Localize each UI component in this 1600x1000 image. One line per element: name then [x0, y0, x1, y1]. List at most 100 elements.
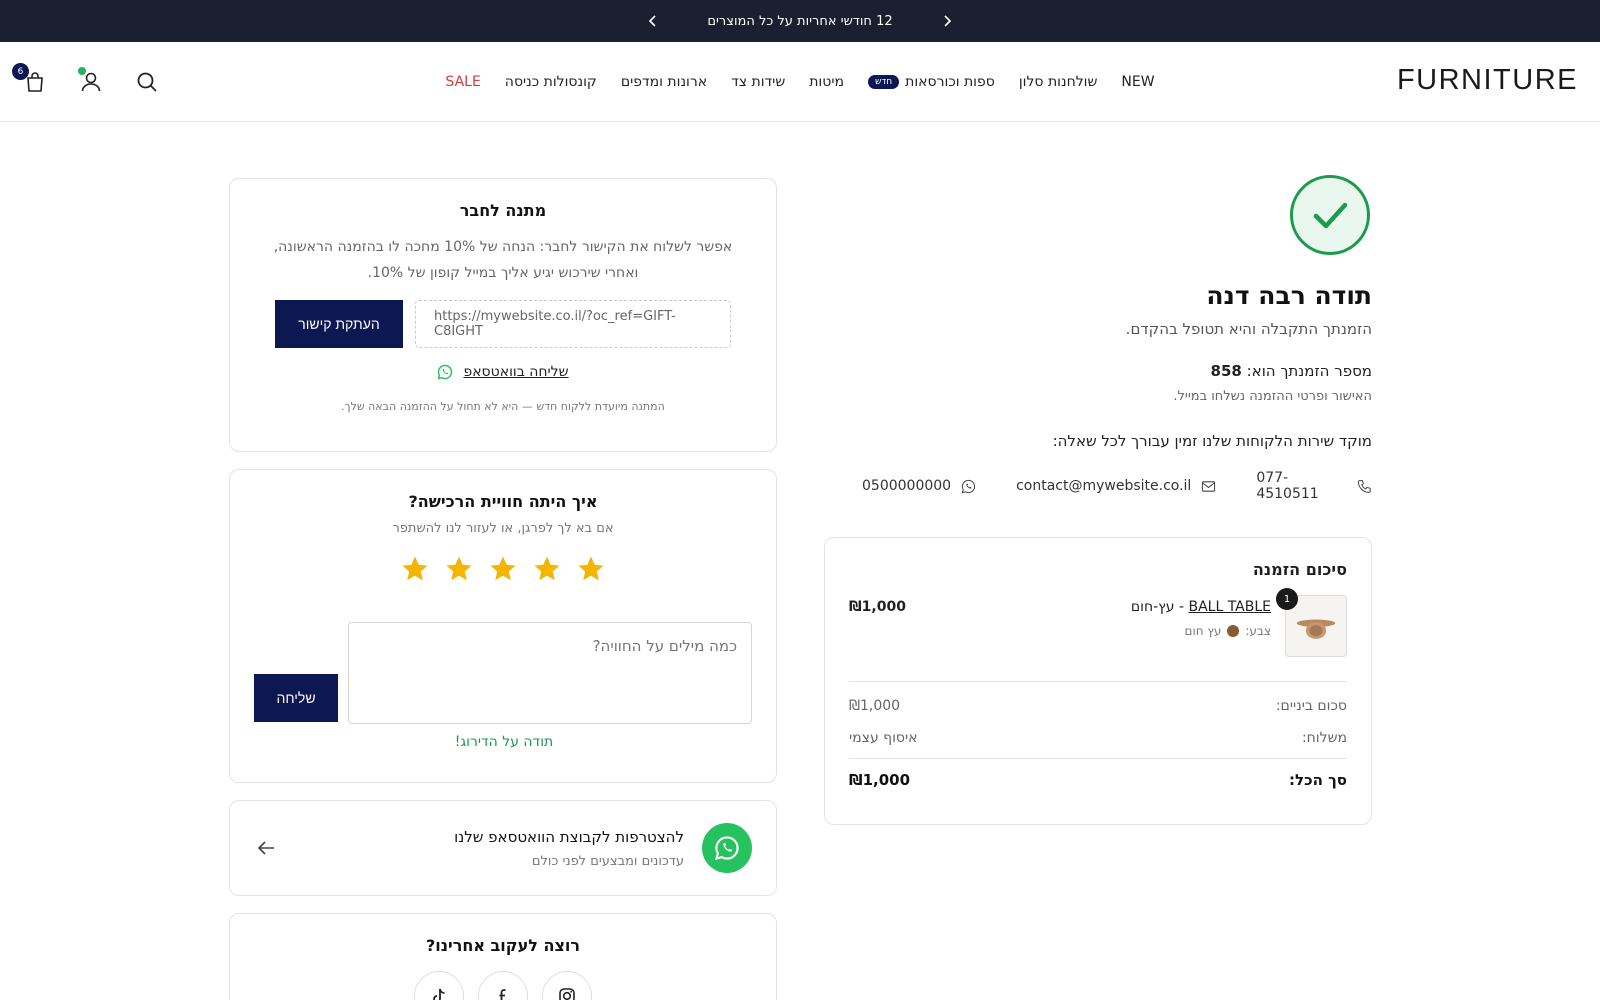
rating-subtitle: אם בא לך לפרגן, או לעזור לנו להשתפר — [392, 521, 614, 536]
nav-label: NEW — [1121, 74, 1155, 90]
nav-item-consoles[interactable]: קונסולות כניסה — [505, 74, 597, 90]
contact-phone[interactable]: 077-4510511 — [1256, 470, 1372, 502]
nav-item-side-tables[interactable]: שידות צד — [731, 74, 785, 90]
instagram-icon — [559, 988, 575, 1000]
color-swatch — [1227, 625, 1240, 637]
announcement-text: 12 חודשי אחריות על כל המוצרים — [707, 13, 893, 29]
color-value: עץ חום — [1184, 624, 1222, 638]
contact-list: 077-4510511 contact@mywebsite.co.il 0500… — [822, 470, 1372, 502]
ball-table-image — [1296, 619, 1336, 639]
header-icons: 6 — [12, 42, 188, 122]
product-info: BALL TABLE - עץ-חום צבע: עץ חום — [1131, 599, 1271, 657]
divider — [849, 681, 1347, 682]
referral-link-field[interactable]: https://mywebsite.co.il/?oc_ref=GIFT-C8I… — [415, 300, 731, 348]
main-nav: NEW שולחנות סלון ספות וכורסאות חדש מיטות … — [420, 42, 1180, 122]
order-number-label: מספר הזמנתך הוא: — [1246, 362, 1372, 380]
phone-icon — [1358, 479, 1372, 493]
chevron-right-icon — [944, 15, 951, 27]
order-number: 858 — [1210, 362, 1242, 380]
email-note: האישור ופרטי ההזמנה נשלחו במייל. — [1173, 389, 1372, 404]
follow-card: רוצה לעקוב אחרינו? — [229, 913, 777, 1000]
order-summary-title: סיכום הזמנה — [1252, 560, 1347, 579]
rating-title: איך היתה חוויית הרכישה? — [408, 492, 598, 511]
email-address: contact@mywebsite.co.il — [1016, 478, 1192, 494]
whatsapp-share: שליחה בוואטסאפ — [260, 364, 746, 380]
subtotal-label: סכום ביניים: — [1275, 698, 1347, 714]
rating-card: איך היתה חוויית הרכישה? אם בא לך לפרגן, … — [229, 469, 777, 783]
thank-you-subtitle: הזמנתך התקבלה והיא תטופל בהקדם. — [1125, 320, 1372, 338]
whatsapp-group-card[interactable]: להצטרפות לקבוצת הוואטסאפ שלנו עדכונים ומ… — [229, 800, 777, 896]
product-name-separator: - — [1174, 599, 1185, 615]
mail-icon — [1202, 480, 1216, 492]
star-icon[interactable] — [444, 554, 474, 584]
nav-label: מיטות — [809, 74, 844, 90]
total-value: ₪1,000 — [849, 771, 911, 789]
nav-item-beds[interactable]: מיטות — [809, 74, 844, 90]
order-summary-card: סיכום הזמנה 1 BALL TABLE - עץ-חום צבע: ע… — [824, 537, 1372, 825]
nav-item-coffee-tables[interactable]: שולחנות סלון — [1019, 74, 1098, 90]
search-button[interactable] — [132, 67, 162, 97]
gift-description: אפשר לשלוח את הקישור לחבר: הנחה של 10% מ… — [273, 239, 733, 281]
checkmark-icon — [1313, 202, 1348, 229]
facebook-button[interactable] — [478, 971, 528, 1000]
star-icon[interactable] — [400, 554, 430, 584]
search-icon — [137, 72, 157, 92]
new-badge: חדש — [867, 75, 900, 89]
nav-label: SALE — [445, 74, 481, 90]
instagram-button[interactable] — [542, 971, 592, 1000]
nav-label: קונסולות כניסה — [504, 74, 597, 90]
gift-card: מתנה לחבר אפשר לשלוח את הקישור לחבר: הנח… — [229, 178, 777, 452]
divider — [849, 758, 1347, 759]
subtotal-value: ₪1,000 — [849, 698, 901, 714]
arrow-left-icon[interactable] — [254, 836, 278, 860]
review-textarea[interactable] — [348, 622, 752, 724]
shipping-label: משלוח: — [1301, 730, 1347, 746]
total-row: סך הכל: ₪1,000 — [849, 771, 1347, 789]
review-row: שליחה — [254, 622, 752, 726]
nav-label: ארונות ומדפים — [620, 74, 708, 90]
copy-link-button[interactable]: העתקת קישור — [275, 300, 403, 348]
tiktok-icon — [433, 988, 445, 1000]
whatsapp-number: 0500000000 — [862, 478, 952, 494]
star-rating — [254, 554, 752, 584]
nav-item-sale[interactable]: SALE — [445, 74, 480, 90]
contact-whatsapp[interactable]: 0500000000 — [862, 470, 976, 502]
nav-item-new[interactable]: NEW — [1121, 74, 1154, 90]
cart-button[interactable]: 6 — [12, 63, 50, 97]
announcement-bar: 12 חודשי אחריות על כל המוצרים — [0, 0, 1600, 42]
whatsapp-share-link[interactable]: שליחה בוואטסאפ — [463, 364, 568, 380]
total-label: סך הכל: — [1289, 771, 1347, 789]
nav-label: שולחנות סלון — [1018, 74, 1098, 90]
star-icon[interactable] — [488, 554, 518, 584]
gift-note: המתנה מיועדת ללקוח חדש — היא לא תחול על … — [341, 400, 665, 413]
phone-number: 077-4510511 — [1256, 470, 1319, 502]
star-icon[interactable] — [576, 554, 606, 584]
whatsapp-button[interactable] — [702, 823, 752, 873]
send-review-button[interactable]: שליחה — [254, 674, 338, 722]
product-thumbnail[interactable]: 1 — [1276, 588, 1347, 657]
star-icon[interactable] — [532, 554, 562, 584]
whatsapp-group-title: להצטרפות לקבוצת הוואטסאפ שלנו — [454, 827, 684, 846]
product-name-line: BALL TABLE - עץ-חום — [1131, 599, 1271, 615]
confirmation-section: תודה רבה דנה הזמנתך התקבלה והיא תטופל בה… — [822, 175, 1372, 825]
announcement-prev-button[interactable] — [933, 7, 961, 35]
nav-item-cabinets[interactable]: ארונות ומדפים — [621, 74, 707, 90]
facebook-icon — [499, 989, 506, 1000]
whatsapp-group-subtitle: עדכונים ומבצעים לפני כולם — [531, 853, 684, 869]
product-variant-name: עץ-חום — [1130, 599, 1175, 615]
tiktok-button[interactable] — [414, 971, 464, 1000]
social-links — [254, 971, 752, 1000]
shipping-value: איסוף עצמי — [849, 730, 918, 746]
nav-label: שידות צד — [731, 74, 786, 90]
whatsapp-icon — [714, 836, 739, 861]
thank-you-title: תודה רבה דנה — [1206, 281, 1372, 310]
order-item: 1 BALL TABLE - עץ-חום צבע: עץ חום ₪1,000 — [849, 588, 1347, 657]
contact-email[interactable]: contact@mywebsite.co.il — [1016, 470, 1216, 502]
product-name-link[interactable]: BALL TABLE — [1188, 599, 1271, 615]
nav-label: ספות וכורסאות — [905, 74, 995, 90]
account-button[interactable] — [76, 67, 106, 97]
product-variant-line: צבע: עץ חום — [1131, 624, 1272, 638]
nav-item-sofas[interactable]: ספות וכורסאות חדש — [867, 74, 995, 90]
site-logo[interactable]: FURNITURE — [1397, 64, 1578, 97]
announcement-next-button[interactable] — [639, 7, 667, 35]
